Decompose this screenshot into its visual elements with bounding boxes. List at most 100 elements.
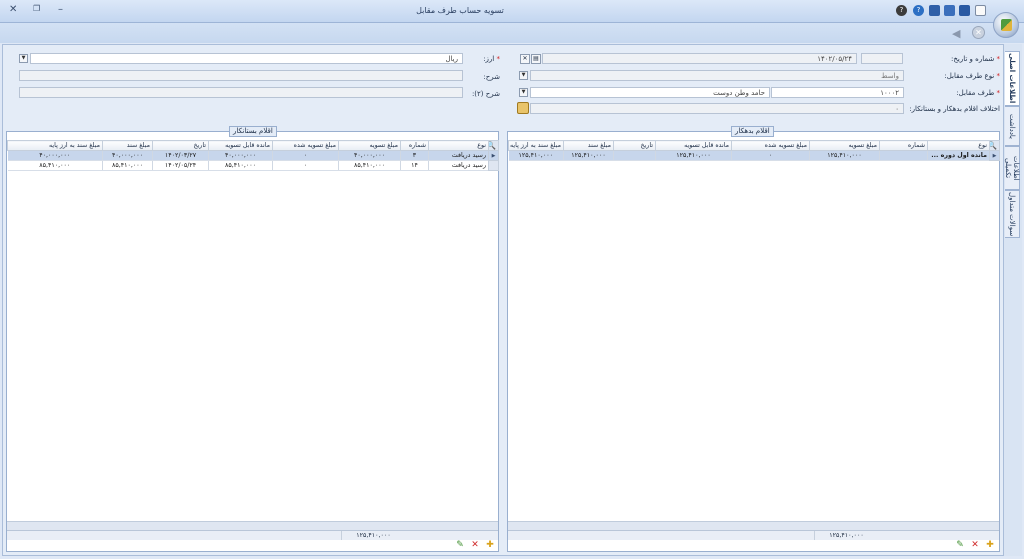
- new-document-icon[interactable]: [975, 5, 986, 16]
- debit-col-settle[interactable]: مبلغ تسویه: [809, 140, 880, 151]
- debit-footer-total: ۱۲۵,۴۱۰,۰۰۰: [814, 531, 878, 540]
- debit-col-type[interactable]: نوع: [927, 140, 990, 151]
- help-icon[interactable]: ?: [913, 5, 924, 16]
- info-icon[interactable]: ?: [896, 5, 907, 16]
- description-label: شرح:: [483, 73, 500, 81]
- credit-col-doc-amount[interactable]: مبلغ سند: [102, 140, 153, 151]
- description2-field[interactable]: [19, 87, 463, 98]
- debit-cell-remaining[interactable]: ۱۲۵,۴۱۰,۰۰۰: [655, 150, 732, 161]
- arrow-left-icon[interactable]: ◀: [952, 27, 966, 40]
- credit-group: [6, 131, 499, 552]
- credit-cell-date[interactable]: ۱۴۰۲/۰۳/۲۷: [152, 150, 209, 161]
- credit-cell-remaining[interactable]: ۴۰,۰۰۰,۰۰۰: [208, 150, 273, 161]
- credit-footer: ۱۲۵,۴۱۰,۰۰۰: [7, 530, 498, 540]
- debit-cell-doc-amount[interactable]: ۱۲۵,۴۱۰,۰۰۰: [563, 150, 614, 161]
- credit-cell-type[interactable]: رسید دریافت: [428, 150, 489, 161]
- debit-col-number[interactable]: شماره: [879, 140, 928, 151]
- tab-extra-info[interactable]: اطلاعات تکمیلی: [1004, 146, 1020, 190]
- credit-col-type[interactable]: نوع: [428, 140, 489, 151]
- debit-cell-date[interactable]: [613, 150, 656, 161]
- debit-col-doc-amount[interactable]: مبلغ سند: [563, 140, 614, 151]
- debit-cell-settle[interactable]: ۱۲۵,۴۱۰,۰۰۰: [809, 150, 880, 161]
- credit-cell-settled[interactable]: ۰: [272, 150, 339, 161]
- debit-col-date[interactable]: تاریخ: [613, 140, 656, 151]
- delete-row-icon[interactable]: ✕: [970, 540, 980, 550]
- credit-cell-base-amount[interactable]: ۸۵,۴۱۰,۰۰۰: [7, 160, 103, 171]
- counterparty-type-dropdown-icon[interactable]: ▼: [519, 71, 528, 80]
- debit-cell-settled[interactable]: ۰: [731, 150, 810, 161]
- credit-col-base-amount[interactable]: مبلغ سند به ارز پایه: [7, 140, 103, 151]
- close-window-icon[interactable]: ✕: [9, 4, 17, 15]
- credit-cell-settle[interactable]: ۴۰,۰۰۰,۰۰۰: [338, 150, 401, 161]
- counterparty-name-field[interactable]: حامد وطن دوست: [530, 87, 770, 98]
- number-field[interactable]: [861, 53, 903, 64]
- row-indicator-icon: ▶: [488, 150, 499, 161]
- debit-search-icon[interactable]: 🔍: [989, 140, 1000, 151]
- table-row[interactable]: ▶ مانده اول دوره ... ۱۲۵,۴۱۰,۰۰۰ ۰ ۱۲۵,۴…: [508, 150, 1000, 161]
- credit-cell-type[interactable]: رسید دریافت: [428, 160, 489, 171]
- counterparty-code-field[interactable]: ۱۰۰۰۲: [771, 87, 904, 98]
- tab-faq[interactable]: سوالات متداول: [1005, 190, 1020, 238]
- debit-cell-base-amount[interactable]: ۱۲۵,۴۱۰,۰۰۰: [508, 150, 564, 161]
- credit-cell-date[interactable]: ۱۴۰۲/۰۵/۲۴: [152, 160, 209, 171]
- credit-cell-remaining[interactable]: ۸۵,۴۱۰,۰۰۰: [208, 160, 273, 171]
- save-as-icon[interactable]: [929, 5, 940, 16]
- debit-table-header: 🔍 نوع شماره مبلغ تسویه مبلغ تسویه شده ما…: [508, 140, 1000, 161]
- debit-footer: ۱۲۵,۴۱۰,۰۰۰: [508, 530, 999, 540]
- credit-group-title: اقلام بستانکار: [229, 126, 277, 137]
- credit-cell-number[interactable]: ۱۴: [400, 160, 429, 171]
- app-logo-icon: [1001, 19, 1012, 31]
- restore-window-icon[interactable]: ❐: [33, 4, 40, 13]
- calculate-icon[interactable]: [517, 102, 529, 114]
- edit-row-icon[interactable]: ✎: [955, 540, 965, 550]
- credit-horizontal-scrollbar[interactable]: [7, 521, 498, 530]
- counterparty-dropdown-icon[interactable]: ▼: [519, 88, 528, 97]
- counterparty-type-field[interactable]: واسط: [530, 70, 904, 81]
- difference-field: ۰: [530, 103, 904, 114]
- table-row[interactable]: ▶ رسید دریافت ۳ ۴۰,۰۰۰,۰۰۰ ۰ ۴۰,۰۰۰,۰۰۰ …: [7, 150, 499, 161]
- clear-date-icon[interactable]: ✕: [520, 54, 530, 64]
- credit-col-number[interactable]: شماره: [400, 140, 429, 151]
- description-field[interactable]: [19, 70, 463, 81]
- credit-col-remaining[interactable]: مانده قابل تسویه: [208, 140, 273, 151]
- delete-row-icon[interactable]: ✕: [470, 540, 480, 550]
- credit-cell-settle[interactable]: ۸۵,۴۱۰,۰۰۰: [338, 160, 401, 171]
- currency-field[interactable]: ریال: [30, 53, 463, 64]
- tab-main-info[interactable]: اطلاعات اصلی: [1005, 51, 1020, 106]
- description2-label: شرح (۲):: [471, 90, 500, 98]
- debit-col-base-amount[interactable]: مبلغ سند به ارز پایه: [508, 140, 564, 151]
- counterparty-label: * طرف مقابل:: [956, 89, 1000, 97]
- table-row[interactable]: رسید دریافت ۱۴ ۸۵,۴۱۰,۰۰۰ ۰ ۸۵,۴۱۰,۰۰۰ ۱…: [7, 160, 499, 171]
- debit-col-settled[interactable]: مبلغ تسویه شده: [731, 140, 810, 151]
- debit-cell-number[interactable]: [879, 150, 928, 161]
- debit-group-title: اقلام بدهکار: [731, 126, 774, 137]
- save-new-icon[interactable]: [944, 5, 955, 16]
- minimize-window-icon[interactable]: –: [58, 4, 63, 15]
- credit-col-settled[interactable]: مبلغ تسویه شده: [272, 140, 339, 151]
- credit-cell-number[interactable]: ۳: [400, 150, 429, 161]
- add-row-icon[interactable]: ✚: [485, 540, 495, 550]
- number-date-label: * شماره و تاریخ:: [951, 55, 1000, 63]
- currency-label: * ارز:: [483, 55, 500, 63]
- credit-col-settle[interactable]: مبلغ تسویه: [338, 140, 401, 151]
- credit-footer-total: ۱۲۵,۴۱۰,۰۰۰: [341, 531, 405, 540]
- credit-cell-doc-amount[interactable]: ۴۰,۰۰۰,۰۰۰: [102, 150, 153, 161]
- currency-dropdown-icon[interactable]: ▼: [19, 54, 28, 63]
- credit-search-icon[interactable]: 🔍: [488, 140, 499, 151]
- tab-notes[interactable]: یادداشت: [1005, 106, 1020, 146]
- credit-cell-settled[interactable]: ۰: [272, 160, 339, 171]
- calendar-icon[interactable]: ▤: [531, 54, 541, 64]
- credit-cell-base-amount[interactable]: ۴۰,۰۰۰,۰۰۰: [7, 150, 103, 161]
- credit-col-date[interactable]: تاریخ: [152, 140, 209, 151]
- save-icon[interactable]: [959, 5, 970, 16]
- window-title: تسویه حساب طرف مقابل: [416, 6, 504, 15]
- debit-col-remaining[interactable]: مانده قابل تسویه: [655, 140, 732, 151]
- debit-cell-type[interactable]: مانده اول دوره ...: [927, 150, 990, 161]
- add-row-icon[interactable]: ✚: [985, 540, 995, 550]
- date-field[interactable]: ۱۴۰۲/۰۵/۲۴: [542, 53, 857, 64]
- debit-horizontal-scrollbar[interactable]: [508, 521, 999, 530]
- edit-row-icon[interactable]: ✎: [455, 540, 465, 550]
- counterparty-type-label: * نوع طرف مقابل:: [944, 72, 1000, 80]
- credit-cell-doc-amount[interactable]: ۸۵,۴۱۰,۰۰۰: [102, 160, 153, 171]
- close-form-icon[interactable]: ✕: [972, 26, 985, 39]
